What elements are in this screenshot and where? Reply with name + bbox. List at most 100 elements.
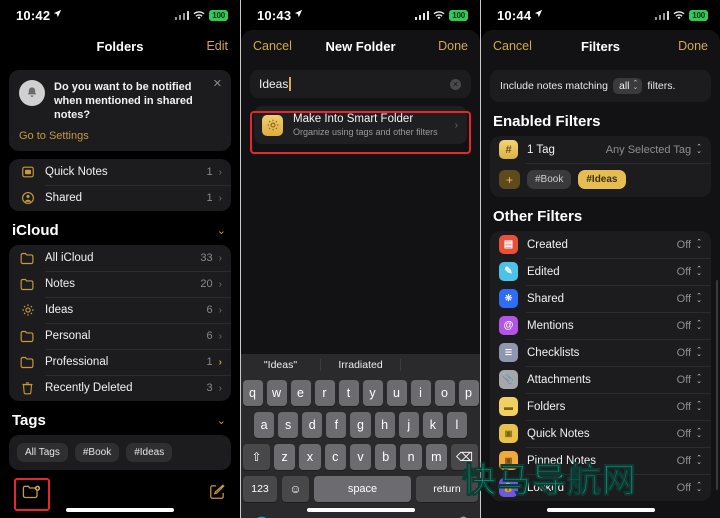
list-item-count: 3 [206,382,213,394]
key-o[interactable]: o [434,380,455,406]
key-x[interactable]: x [299,444,321,470]
tag-chip-book[interactable]: #Book [74,443,120,462]
enabled-filters-card: # 1 Tag Any Selected Tag ⌃ ⌄ + #Book #Ide… [490,136,711,197]
stepper-icon[interactable]: ⌃ ⌄ [696,428,702,439]
key-s[interactable]: s [278,412,299,438]
cancel-button[interactable]: Cancel [253,39,292,53]
shift-icon[interactable]: ⇧ [243,444,271,470]
key-p[interactable]: p [458,380,479,406]
done-button[interactable]: Done [438,39,468,53]
list-item-label: Personal [45,330,91,342]
phone-panel-filters: 10:44 100 Cancel Filters Done Include no… [480,0,720,518]
clear-circle-icon[interactable]: ✕ [450,78,461,90]
filter-row-checklists[interactable]: ☰ Checklists Off ⌃ ⌄ [490,339,711,366]
key-y[interactable]: y [362,380,383,406]
key-c[interactable]: c [324,444,346,470]
numeric-key[interactable]: 123 [243,476,277,502]
filter-value: Off [676,238,692,251]
section-header-icloud[interactable]: iCloud ⌄ [0,211,240,245]
three-phone-screenshots: 10:42 100 Folders Edit ✕ Do you want to … [0,0,720,518]
new-folder-icon[interactable] [22,484,42,505]
key-j[interactable]: j [398,412,419,438]
stepper-icon[interactable]: ⌃ ⌄ [696,144,702,155]
list-item-count: 6 [206,330,213,342]
key-r[interactable]: r [314,380,335,406]
tag-chip-book[interactable]: #Book [527,170,572,189]
stepper-icon[interactable]: ⌃ ⌄ [696,239,702,250]
go-to-settings-link[interactable]: Go to Settings [19,130,221,142]
folder-icon [19,278,36,291]
stepper-icon[interactable]: ⌃ ⌄ [696,266,702,277]
key-h[interactable]: h [374,412,395,438]
filter-row-quick-notes[interactable]: ▣ Quick Notes Off ⌃ ⌄ [490,420,711,447]
key-a[interactable]: a [254,412,275,438]
filter-value: Off [676,427,692,440]
list-item-ideas[interactable]: Ideas 6 › [9,297,231,323]
filter-row-edited[interactable]: ✎ Edited Off ⌃ ⌄ [490,258,711,285]
list-item-shared[interactable]: Shared 1 › [9,185,231,211]
filter-row-shared[interactable]: ❊ Shared Off ⌃ ⌄ [490,285,711,312]
tag-chip-ideas[interactable]: #Ideas [578,170,626,189]
key-u[interactable]: u [386,380,407,406]
filter-row-attachments[interactable]: 📎 Attachments Off ⌃ ⌄ [490,366,711,393]
phone-panel-new-folder: 10:43 100 Cancel New Folder Done Ideas ✕… [240,0,480,518]
plus-icon[interactable]: + [499,170,520,189]
chevron-down-icon[interactable]: ⌄ [217,414,226,427]
tag-chip-all-tags[interactable]: All Tags [17,443,68,462]
folder-icon: ▬ [499,397,518,416]
key-q[interactable]: q [242,380,263,406]
prediction-candidate[interactable]: Irradiated [320,359,401,371]
emoji-icon[interactable]: ☺ [282,476,309,502]
filter-row-folders[interactable]: ▬ Folders Off ⌃ ⌄ [490,393,711,420]
folder-name-input[interactable]: Ideas ✕ [250,70,471,98]
list-item-recently-deleted[interactable]: Recently Deleted 3 › [9,375,231,401]
stepper-icon[interactable]: ⌃ ⌄ [696,347,702,358]
filter-row-tag[interactable]: # 1 Tag Any Selected Tag ⌃ ⌄ [490,136,711,163]
chevron-down-icon[interactable]: ⌄ [217,224,226,237]
prediction-candidate[interactable]: "Ideas" [241,359,320,371]
tag-chip-ideas[interactable]: #Ideas [126,443,173,462]
key-d[interactable]: d [302,412,323,438]
filter-row-mentions[interactable]: @ Mentions Off ⌃ ⌄ [490,312,711,339]
section-header-tags[interactable]: Tags ⌄ [0,401,240,435]
page-title: Folders [96,38,144,54]
mention-notification-banner[interactable]: ✕ Do you want to be notified when mentio… [9,70,231,151]
section-title: iCloud [12,222,59,239]
stepper-icon[interactable]: ⌃ ⌄ [696,320,702,331]
key-k[interactable]: k [422,412,443,438]
list-item-notes[interactable]: Notes 20 › [9,271,231,297]
key-l[interactable]: l [446,412,467,438]
edit-button[interactable]: Edit [206,39,228,53]
key-t[interactable]: t [338,380,359,406]
filter-row-created[interactable]: ▤ Created Off ⌃ ⌄ [490,231,711,258]
key-m[interactable]: m [425,444,447,470]
list-item-all-icloud[interactable]: All iCloud 33 › [9,245,231,271]
stepper-icon[interactable]: ⌃ ⌄ [696,455,702,466]
key-v[interactable]: v [349,444,372,470]
stepper-icon[interactable]: ⌃ ⌄ [696,293,702,304]
list-item-label: Recently Deleted [45,382,133,394]
match-mode-select[interactable]: all ⌃ ⌄ [612,78,643,94]
key-f[interactable]: f [326,412,347,438]
close-icon[interactable]: ✕ [213,79,222,90]
stepper-icon[interactable]: ⌃ ⌄ [696,374,702,385]
wifi-icon [193,10,205,20]
cancel-button[interactable]: Cancel [493,39,532,53]
key-e[interactable]: e [290,380,311,406]
stepper-icon[interactable]: ⌃ ⌄ [696,482,702,493]
stepper-icon[interactable]: ⌃ ⌄ [696,401,702,412]
key-w[interactable]: w [266,380,287,406]
list-item-personal[interactable]: Personal 6 › [9,323,231,349]
section-title: Other Filters [493,208,583,225]
list-item-professional[interactable]: Professional 1 › [9,349,231,375]
list-item-quick-notes[interactable]: Quick Notes 1 › [9,159,231,185]
scrollbar[interactable] [716,280,718,490]
key-i[interactable]: i [410,380,431,406]
key-n[interactable]: n [400,444,422,470]
space-key[interactable]: space [314,476,411,502]
key-b[interactable]: b [375,444,397,470]
compose-icon[interactable] [209,483,226,505]
key-z[interactable]: z [274,444,296,470]
key-g[interactable]: g [350,412,371,438]
done-button[interactable]: Done [678,39,708,53]
